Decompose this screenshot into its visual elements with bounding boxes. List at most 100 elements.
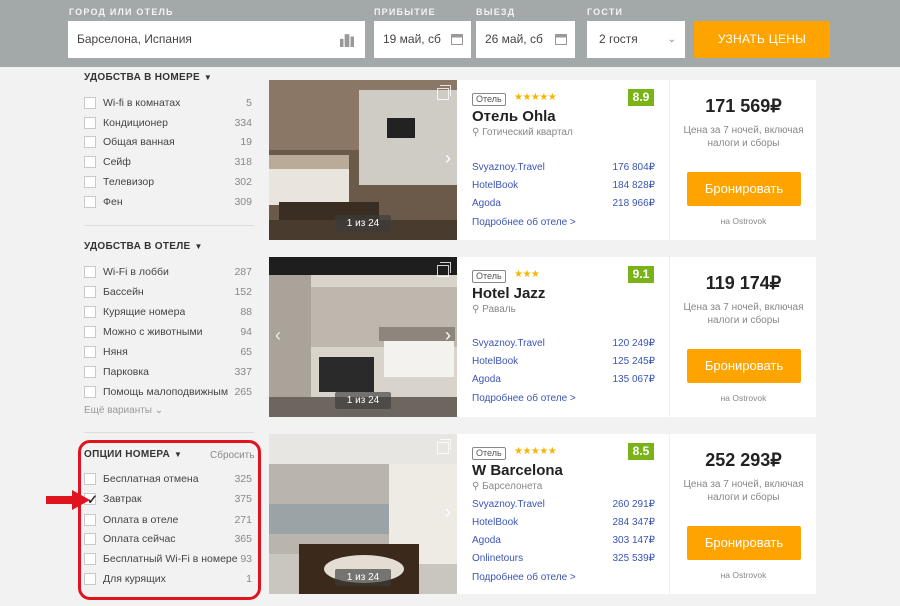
offer-source: HotelBook	[472, 180, 519, 191]
star-rating: ★★★★★	[514, 446, 557, 457]
hotel-card: › 1 из 24 Отель ★★★★★ 8.5 W Barcelona ⚲ …	[269, 434, 816, 594]
chevron-right-icon[interactable]: ›	[445, 502, 451, 523]
book-button[interactable]: Бронировать	[687, 526, 801, 560]
checkbox[interactable]	[84, 286, 96, 298]
price-panel: 252 293₽ Цена за 7 ночей, включая налоги…	[669, 434, 816, 594]
chevron-left-icon[interactable]: ‹	[275, 325, 281, 346]
caret-down-icon: ▼	[194, 242, 203, 251]
checkout-input[interactable]: 26 май, сб	[476, 21, 575, 58]
hotel-card: ‹ › 1 из 24 Отель ★★★ 9.1 Hotel Jazz ⚲ Р…	[269, 257, 816, 417]
hotel-details-link[interactable]: Подробнее об отеле >	[472, 572, 576, 583]
filter-item[interactable]: Помощь малоподвижным 265	[84, 383, 254, 402]
offer-row[interactable]: HotelBook 125 245₽	[472, 356, 655, 374]
book-button[interactable]: Бронировать	[687, 349, 801, 383]
checkbox[interactable]	[84, 306, 96, 318]
checkbox[interactable]	[84, 97, 96, 109]
filter-item[interactable]: Парковка 337	[84, 363, 254, 382]
filter-item[interactable]: Фен 309	[84, 193, 254, 212]
checkbox[interactable]	[84, 266, 96, 278]
offer-source: HotelBook	[472, 517, 519, 528]
more-options-label: Ещё варианты	[84, 405, 152, 416]
offer-row[interactable]: Agoda 135 067₽	[472, 374, 655, 392]
gallery-icon[interactable]	[437, 439, 451, 454]
offer-source: Agoda	[472, 535, 501, 546]
hotel-photo[interactable]: ‹ › 1 из 24	[269, 257, 457, 417]
checkbox[interactable]	[84, 326, 96, 338]
offer-row[interactable]: HotelBook 184 828₽	[472, 180, 655, 198]
checkbox[interactable]	[84, 117, 96, 129]
hotel-location: ⚲ Барселонета	[472, 481, 542, 492]
offer-price: 325 539₽	[612, 553, 655, 564]
offer-row[interactable]: Svyaznoy.Travel 260 291₽	[472, 499, 655, 517]
filter-count: 318	[232, 156, 252, 168]
filter-label: Курящие номера	[103, 306, 186, 318]
price-note: Цена за 7 ночей, включая налоги и сборы	[683, 479, 804, 503]
annotation-arrow-icon	[46, 490, 90, 510]
checkbox[interactable]	[84, 136, 96, 148]
offer-source: Svyaznoy.Travel	[472, 499, 545, 510]
hotel-name[interactable]: W Barcelona	[472, 462, 563, 479]
room-amenities-title[interactable]: УДОБСТВА В НОМЕРЕ ▼	[84, 72, 212, 83]
offer-source: Onlinetours	[472, 553, 524, 564]
checkbox[interactable]	[84, 386, 96, 398]
offer-row[interactable]: Svyaznoy.Travel 120 249₽	[472, 338, 655, 356]
search-submit-button[interactable]: УЗНАТЬ ЦЕНЫ	[694, 21, 830, 58]
filter-item[interactable]: Можно с животными 94	[84, 323, 254, 342]
offer-row[interactable]: Agoda 218 966₽	[472, 198, 655, 216]
gallery-icon[interactable]	[437, 262, 451, 277]
offer-source: Svyaznoy.Travel	[472, 338, 545, 349]
hotel-name[interactable]: Отель Ohla	[472, 108, 556, 125]
filter-count: 88	[238, 306, 252, 318]
guests-select[interactable]: 2 гостя ⌄	[587, 21, 685, 58]
offer-row[interactable]: HotelBook 284 347₽	[472, 517, 655, 535]
hotel-details-link[interactable]: Подробнее об отеле >	[472, 393, 576, 404]
hotel-photo[interactable]: › 1 из 24	[269, 80, 457, 240]
offer-row[interactable]: Agoda 303 147₽	[472, 535, 655, 553]
filter-label: Бассейн	[103, 286, 144, 298]
filter-item[interactable]: Wi-fi в комнатах 5	[84, 94, 254, 113]
offer-price: 260 291₽	[612, 499, 655, 510]
filter-count: 5	[244, 97, 252, 109]
hotel-type-badge: Отель	[472, 447, 506, 460]
filter-label: Няня	[103, 346, 128, 358]
chevron-right-icon[interactable]: ›	[445, 325, 451, 346]
offer-row[interactable]: Svyaznoy.Travel 176 804₽	[472, 162, 655, 180]
filter-item[interactable]: Курящие номера 88	[84, 303, 254, 322]
hotel-photo[interactable]: › 1 из 24	[269, 434, 457, 594]
hotel-amenities-title[interactable]: УДОБСТВА В ОТЕЛЕ ▼	[84, 241, 203, 252]
filter-item[interactable]: Сейф 318	[84, 153, 254, 172]
checkbox[interactable]	[84, 366, 96, 378]
filter-item[interactable]: Wi-Fi в лобби 287	[84, 263, 254, 282]
checkbox[interactable]	[84, 156, 96, 168]
checkbox[interactable]	[84, 196, 96, 208]
hotel-price: 119 174₽	[705, 273, 782, 293]
city-input[interactable]: Барселона, Испания	[68, 21, 365, 58]
checkbox[interactable]	[84, 176, 96, 188]
filter-label: Сейф	[103, 156, 131, 168]
price-panel: 119 174₽ Цена за 7 ночей, включая налоги…	[669, 257, 816, 417]
more-options-link[interactable]: Ещё варианты ⌄	[84, 405, 163, 416]
gallery-icon[interactable]	[437, 85, 451, 100]
filter-item[interactable]: Няня 65	[84, 343, 254, 362]
offer-price: 125 245₽	[612, 356, 655, 367]
filter-item[interactable]: Бассейн 152	[84, 283, 254, 302]
filter-item[interactable]: Телевизор 302	[84, 173, 254, 192]
offer-row[interactable]: Onlinetours 325 539₽	[472, 553, 655, 571]
checkbox[interactable]	[84, 346, 96, 358]
hotel-name[interactable]: Hotel Jazz	[472, 285, 545, 302]
filter-item[interactable]: Общая ванная 19	[84, 133, 254, 152]
offer-price: 218 966₽	[612, 198, 655, 209]
hotel-card: › 1 из 24 Отель ★★★★★ 8.9 Отель Ohla ⚲ Г…	[269, 80, 816, 240]
filter-item[interactable]: Кондиционер 334	[84, 114, 254, 133]
photo-counter: 1 из 24	[335, 215, 391, 232]
book-button[interactable]: Бронировать	[687, 172, 801, 206]
checkin-input[interactable]: 19 май, сб	[374, 21, 471, 58]
hotel-price: 171 569₽	[705, 96, 782, 116]
filter-label: Телевизор	[103, 176, 155, 188]
hotel-details-link[interactable]: Подробнее об отеле >	[472, 217, 576, 228]
hotel-location: ⚲ Готический квартал	[472, 127, 573, 138]
price-note: Цена за 7 ночей, включая налоги и сборы	[683, 125, 804, 149]
hotel-amenities-title-text: УДОБСТВА В ОТЕЛЕ	[84, 241, 191, 252]
chevron-right-icon[interactable]: ›	[445, 148, 451, 169]
hotel-location-text: Барселонета	[482, 481, 543, 492]
